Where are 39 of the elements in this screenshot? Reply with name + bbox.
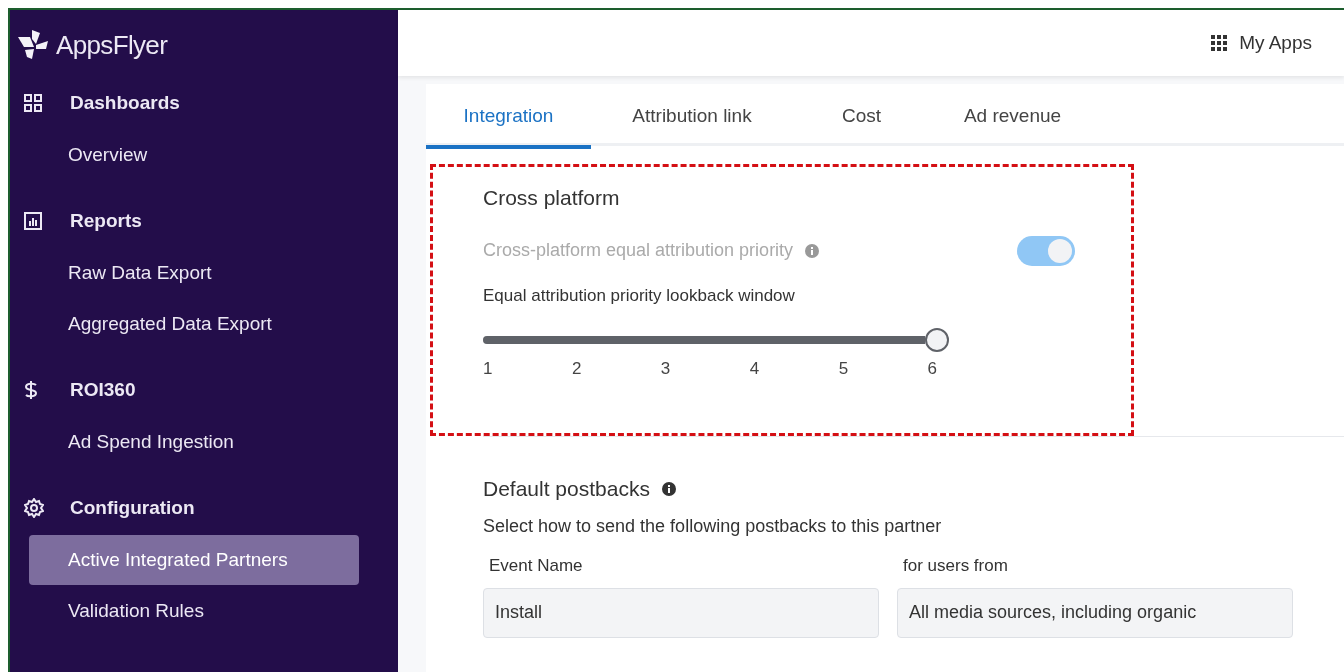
logo-text: AppsFlyer (56, 28, 168, 62)
sidebar-section[interactable]: ROI360 (10, 364, 398, 416)
slider-thumb[interactable] (925, 328, 949, 352)
column-header: for users from (902, 554, 1009, 577)
section-title: Cross platform (483, 185, 621, 211)
tick-label: 1 (483, 358, 493, 380)
tick-label: 2 (571, 358, 582, 380)
tab[interactable]: Attribution link (591, 84, 793, 149)
my-apps-button[interactable]: My Apps (1211, 28, 1312, 58)
sidebar-section[interactable]: Dashboards (10, 77, 398, 129)
sidebar-item[interactable]: Overview (29, 130, 359, 180)
sidebar-item[interactable]: Validation Rules (29, 586, 359, 636)
tick-label: 4 (749, 358, 760, 380)
sidebar-item[interactable]: Raw Data Export (29, 248, 359, 298)
sidebar-item[interactable]: Active Integrated Partners (29, 535, 359, 585)
section-description: Select how to send the following postbacks to this partner (483, 514, 943, 538)
dollar-icon (24, 380, 38, 400)
apps-grid-icon (1211, 35, 1228, 51)
info-icon (805, 243, 820, 258)
sidebar-section[interactable]: Configuration (10, 482, 398, 534)
info-icon (661, 481, 676, 496)
tick-label: 6 (927, 358, 937, 380)
setting-label: Cross-platform equal attribution priority (483, 239, 794, 262)
section-title: Default postbacks (483, 476, 650, 502)
tab[interactable]: Ad revenue (930, 84, 1095, 149)
bar-chart-icon (24, 212, 42, 230)
gear-icon (24, 498, 44, 518)
column-header: Event Name (488, 554, 584, 577)
slider-label: Equal attribution priority lookback window (483, 284, 796, 307)
sidebar-item[interactable]: Ad Spend Ingestion (29, 417, 359, 467)
sidebar-item[interactable]: Aggregated Data Export (29, 299, 359, 349)
select-field[interactable]: All media sources, including organic (897, 587, 1293, 638)
select-field[interactable]: Install (483, 587, 879, 638)
dashboard-grid-icon (24, 94, 42, 112)
sidebar-section[interactable]: Reports (10, 195, 398, 247)
tab[interactable]: Integration (426, 84, 591, 149)
tick-label: 5 (838, 358, 849, 380)
tick-label: 3 (660, 358, 671, 380)
tab[interactable]: Cost (793, 84, 930, 149)
